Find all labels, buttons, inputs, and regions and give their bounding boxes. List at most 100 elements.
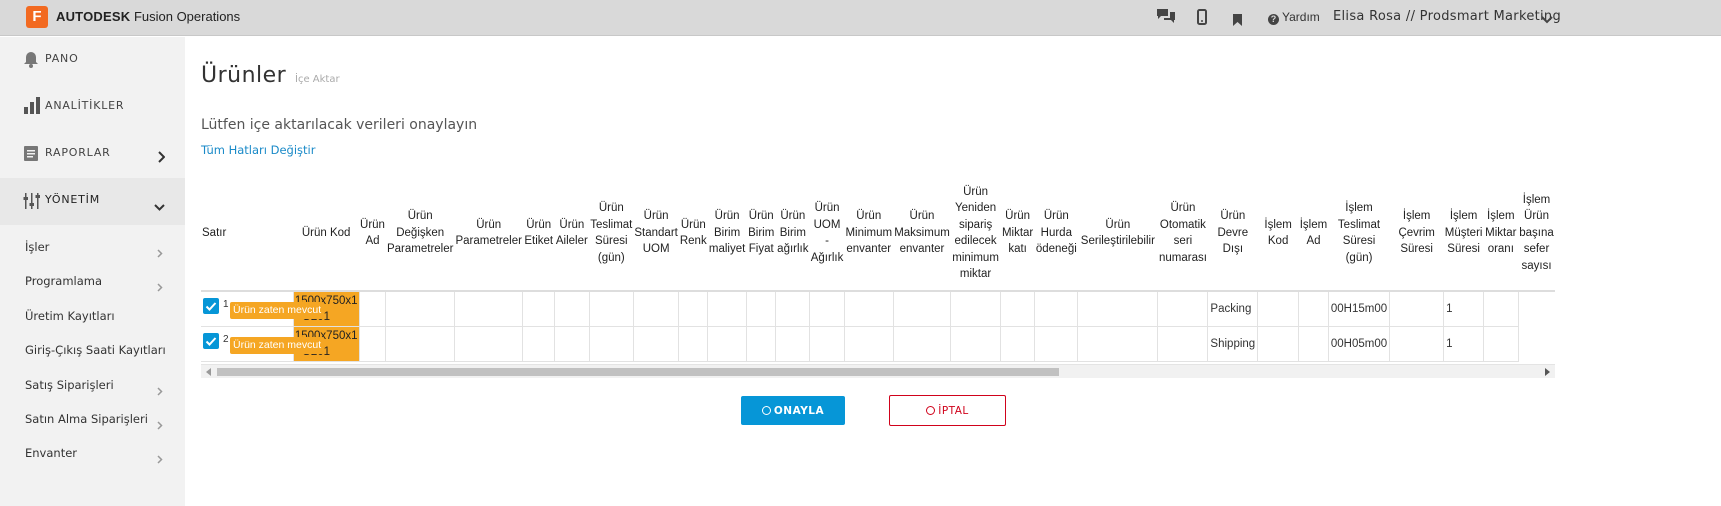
mobile-icon[interactable] xyxy=(1197,9,1207,29)
cancel-button[interactable]: İPTAL xyxy=(889,395,1006,426)
row-select-cell: 2 Ürün zaten mevcut xyxy=(201,325,325,362)
quantity-ratio-cell: 1 xyxy=(1443,290,1485,327)
column-header: İşlem Teslimat Süresi (gün) xyxy=(1328,176,1390,292)
sidebar-subitem-label: İşler xyxy=(25,240,50,254)
row-select-cell: 1 Ürün zaten mevcut xyxy=(201,290,325,327)
sidebar-item-analitikler[interactable]: ANALİTİKLER xyxy=(0,84,185,131)
column-header: Ürün Maksimum envanter xyxy=(893,176,951,292)
column-header: Ürün Otomatik seri numarası xyxy=(1157,176,1208,292)
brand-bold: AUTODESK xyxy=(56,9,131,24)
column-header: Ürün Birim ağırlık xyxy=(775,176,810,292)
help-icon: ? xyxy=(1268,14,1279,25)
chevron-down-icon[interactable] xyxy=(1541,10,1553,29)
column-header: Ürün Yeniden sipariş edilecek minimum mi… xyxy=(950,176,1001,292)
check-icon xyxy=(205,302,217,311)
column-header: İşlem Çevrim Süresi xyxy=(1389,176,1444,292)
sidebar-item-uretim-kayitlari[interactable]: Üretim Kayıtları xyxy=(0,302,185,332)
column-header: Ürün Teslimat Süresi (gün) xyxy=(589,176,634,292)
confirm-button[interactable]: ONAYLA xyxy=(741,396,845,425)
row-checkbox[interactable] xyxy=(203,332,219,349)
sidebar-item-envanter[interactable]: Envanter xyxy=(0,439,185,469)
column-header: Ürün Serileştirilebilir xyxy=(1077,176,1158,292)
sidebar-subitem-label: Satın Alma Siparişleri xyxy=(25,412,148,426)
cycle-time-cell: 00H15m00 xyxy=(1327,290,1391,327)
column-header: Ürün Değişken Parametreler xyxy=(385,176,455,292)
top-bar: F AUTODESK Fusion Operations ? Yardım Eli… xyxy=(0,0,1721,36)
help-label: Yardım xyxy=(1282,10,1320,24)
fusion-logo-icon[interactable]: F xyxy=(26,6,48,28)
column-header: Ürün Minimum envanter xyxy=(844,176,894,292)
sidebar-subitem-label: Envanter xyxy=(25,446,78,460)
sidebar-item-label: PANO xyxy=(45,52,79,65)
confirm-instructions: Lütfen içe aktarılacak verileri onaylayı… xyxy=(201,117,478,133)
column-header: Ürün Ad xyxy=(359,176,386,292)
toggle-all-rows-link[interactable]: Tüm Hatları Değiştir xyxy=(201,143,315,157)
brand-name[interactable]: AUTODESK Fusion Operations xyxy=(56,9,240,24)
column-header: Ürün Devre Dışı xyxy=(1207,176,1258,292)
scroll-left-arrow-icon[interactable] xyxy=(206,368,211,376)
row-checkbox[interactable] xyxy=(203,298,219,314)
sidebar-item-pano[interactable]: PANO xyxy=(0,37,185,84)
chevron-right-icon xyxy=(157,277,163,296)
column-header: İşlem Ürün başına sefer sayısı xyxy=(1518,176,1555,292)
bookmark-icon[interactable] xyxy=(1233,11,1242,30)
sidebar-item-label: YÖNETİM xyxy=(45,193,101,206)
column-header: İşlem Kod xyxy=(1257,176,1299,292)
cancel-button-label: İPTAL xyxy=(938,404,969,417)
operation-code-cell: Shipping xyxy=(1207,325,1259,362)
brand-product: Fusion Operations xyxy=(133,9,241,24)
bar-chart-icon xyxy=(23,96,41,118)
status-badge: Ürün zaten mevcut xyxy=(230,336,325,354)
sidebar-item-satin-alma[interactable]: Satın Alma Siparişleri xyxy=(0,405,185,435)
column-header: Ürün Birim Fiyat xyxy=(746,176,776,292)
sidebar-item-yonetim[interactable]: YÖNETİM xyxy=(0,178,185,225)
chat-icon[interactable] xyxy=(1156,7,1176,29)
table-row: 1 Ürün zaten mevcut 1500x750x1 - G201 Pa… xyxy=(201,290,1555,327)
scroll-right-arrow-icon[interactable] xyxy=(1545,368,1550,376)
column-header: Ürün UOM - Ağırlık xyxy=(809,176,845,292)
report-icon xyxy=(23,145,39,166)
status-badge: Ürün zaten mevcut xyxy=(230,302,325,319)
sidebar-item-satis-siparisleri[interactable]: Satış Siparişleri xyxy=(0,371,185,401)
column-header: İşlem Ad xyxy=(1298,176,1329,292)
import-table[interactable]: Satır Ürün Kod Ürün Ad Ürün Değişken Par… xyxy=(201,176,1555,378)
chevron-right-icon xyxy=(157,415,163,434)
sidebar-item-raporlar[interactable]: RAPORLAR xyxy=(0,131,185,178)
confirm-circle-icon xyxy=(761,405,771,415)
sidebar-subitem-label: Satış Siparişleri xyxy=(25,378,114,392)
page-subtitle: İçe Aktar xyxy=(295,74,340,85)
bell-icon xyxy=(23,51,39,72)
operation-code-cell: Packing xyxy=(1207,290,1259,327)
table-header-row: Satır Ürün Kod Ürün Ad Ürün Değişken Par… xyxy=(201,176,1555,292)
check-icon xyxy=(205,336,217,346)
cancel-circle-icon xyxy=(926,405,936,415)
confirm-button-label: ONAYLA xyxy=(773,404,825,417)
sidebar-item-isler[interactable]: İşler xyxy=(0,233,185,263)
user-menu[interactable]: Elisa Rosa // Prodsmart Marketing xyxy=(1333,9,1561,24)
chevron-down-icon xyxy=(154,197,165,216)
table-horizontal-scrollbar[interactable] xyxy=(201,364,1555,378)
sidebar-item-label: RAPORLAR xyxy=(45,146,111,159)
column-header: Ürün Aileler xyxy=(554,176,590,292)
sliders-icon xyxy=(23,192,41,214)
column-header: Ürün Kod xyxy=(293,176,360,292)
column-header: Ürün Hurda ödeneği xyxy=(1034,176,1078,292)
chevron-right-icon xyxy=(157,148,166,167)
sidebar-subitem-label: Giriş-Çıkış Saati Kayıtları xyxy=(25,343,166,357)
sidebar-item-label: ANALİTİKLER xyxy=(45,99,125,112)
sidebar: PANO ANALİTİKLER RAPORLAR YÖNETİM İşler … xyxy=(0,37,185,506)
sidebar-item-programlama[interactable]: Programlama xyxy=(0,267,185,297)
row-number: 1 xyxy=(223,299,229,310)
help-link[interactable]: ? Yardım xyxy=(1268,10,1320,25)
column-header: Ürün Miktar katı xyxy=(1000,176,1035,292)
scroll-thumb[interactable] xyxy=(217,368,1059,376)
column-header: Ürün Etiket xyxy=(522,176,555,292)
sidebar-subitem-label: Programlama xyxy=(25,274,103,288)
row-number: 2 xyxy=(223,333,229,345)
column-header: Ürün Renk xyxy=(678,176,708,292)
column-header: Ürün Parametreler xyxy=(454,176,523,292)
table-row: 2 Ürün zaten mevcut 1500x750x1 - G201 Sh… xyxy=(201,325,1555,362)
quantity-ratio-cell: 1 xyxy=(1443,325,1485,362)
column-header: İşlem Müşteri Süresi xyxy=(1443,176,1484,292)
sidebar-item-giris-cikis[interactable]: Giriş-Çıkış Saati Kayıtları xyxy=(0,336,185,366)
